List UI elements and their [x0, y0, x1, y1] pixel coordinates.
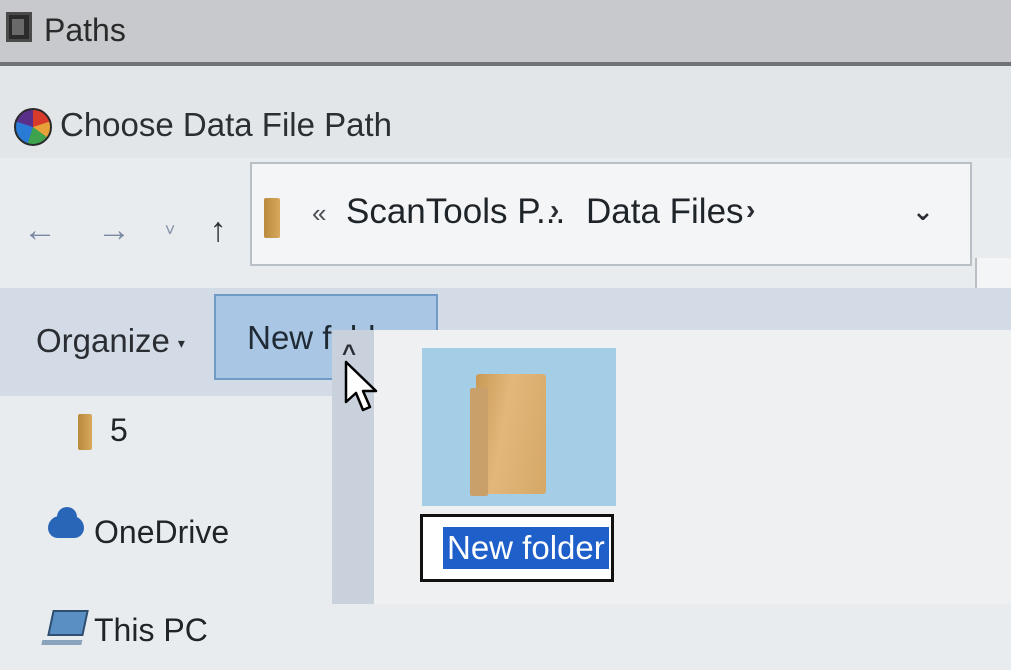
navigation-row: ← → ˅ ↑ « ScanTools P... › Data Files › …	[0, 158, 1011, 362]
mouse-pointer-icon	[344, 360, 378, 412]
app-logo-icon	[14, 108, 52, 146]
up-arrow-icon[interactable]: ↑	[198, 210, 238, 250]
rename-input[interactable]: New folder	[420, 514, 614, 582]
address-dropdown-icon[interactable]: ⌄	[912, 196, 934, 227]
cloud-icon	[48, 507, 84, 538]
computer-icon	[47, 610, 89, 636]
rename-selected-text: New folder	[443, 527, 609, 569]
back-arrow-icon[interactable]: ←	[20, 210, 60, 250]
sidebar-item-this-pc[interactable]: This PC	[0, 600, 300, 660]
sidebar-item-onedrive[interactable]: OneDrive	[0, 502, 300, 562]
file-list-area[interactable]: New folder	[374, 330, 1011, 604]
sidebar-item-5[interactable]: 5	[0, 402, 300, 462]
overflow-chevron-icon[interactable]: «	[312, 198, 326, 229]
sidebar-item-label: OneDrive	[94, 514, 230, 550]
dialog-title: Choose Data File Path	[60, 106, 393, 143]
outer-window-title: Paths	[44, 12, 126, 48]
navigation-pane: 5 OneDrive This PC	[0, 330, 330, 648]
outer-window-title-bar: Paths	[0, 0, 1011, 66]
breadcrumb-scantools[interactable]: ScanTools P...	[346, 192, 565, 232]
recent-locations-chevron-icon[interactable]: ˅	[150, 210, 190, 250]
address-bar[interactable]: « ScanTools P... › Data Files › ⌄	[250, 162, 972, 266]
breadcrumb-separator-icon[interactable]: ›	[550, 194, 559, 226]
breadcrumb-data-files[interactable]: Data Files	[586, 192, 744, 232]
folder-icon	[470, 374, 546, 496]
dialog-title-bar: Choose Data File Path	[0, 66, 1011, 158]
breadcrumb-separator-icon[interactable]: ›	[746, 194, 755, 226]
sidebar-item-label: 5	[110, 412, 128, 448]
sidebar-item-label: This PC	[94, 612, 208, 648]
folder-icon	[264, 198, 280, 238]
forward-arrow-icon[interactable]: →	[94, 210, 134, 250]
app-window-icon	[6, 12, 32, 42]
folder-tile[interactable]	[422, 348, 616, 506]
folder-icon	[78, 414, 92, 450]
